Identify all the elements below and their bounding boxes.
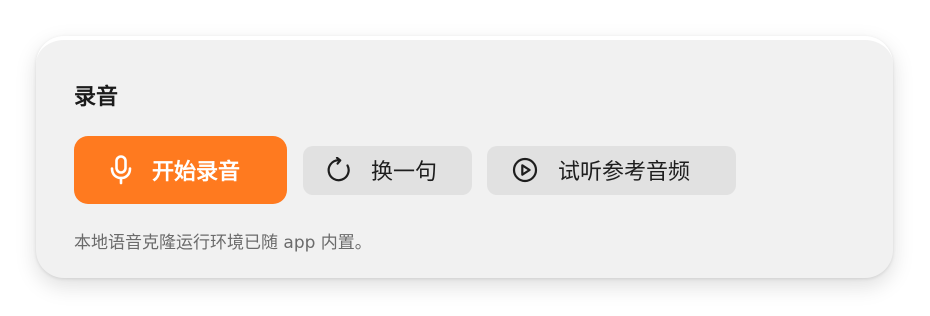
recording-card: 录音 开始录音 换一句 试听参考音频 本地语音克隆运行环境已随 app 内置。 [36,36,893,278]
action-button-row: 开始录音 换一句 试听参考音频 [74,136,736,204]
swap-sentence-button[interactable]: 换一句 [303,145,472,195]
section-title: 录音 [74,85,119,110]
refresh-icon [327,157,353,183]
listen-reference-audio-label: 试听参考音频 [558,160,691,185]
start-recording-button[interactable]: 开始录音 [74,136,287,204]
microphone-icon [108,154,134,186]
listen-reference-audio-button[interactable]: 试听参考音频 [487,145,736,195]
play-circle-icon [512,157,538,183]
runtime-note: 本地语音克隆运行环境已随 app 内置。 [74,233,372,253]
start-recording-label: 开始录音 [152,160,241,185]
swap-sentence-label: 换一句 [371,160,438,185]
